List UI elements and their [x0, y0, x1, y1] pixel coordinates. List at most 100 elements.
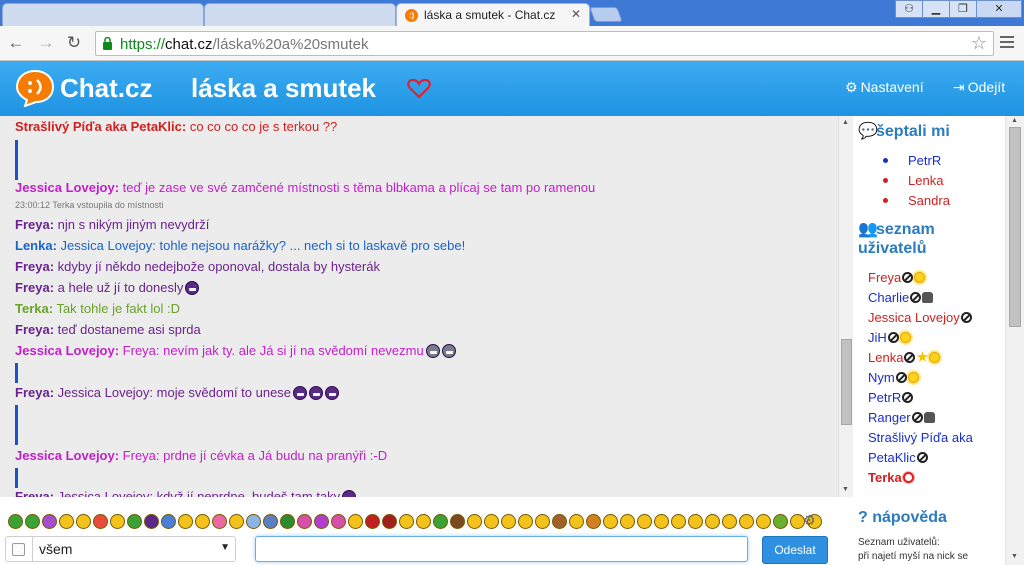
scrollbar-thumb[interactable]: [841, 339, 852, 425]
smiley-option-icon[interactable]: [59, 514, 74, 530]
scroll-up-icon[interactable]: ▲: [842, 119, 849, 126]
message-nick[interactable]: Freya:: [15, 217, 54, 232]
message-nick[interactable]: Strašlivý Píďa aka PetaKlic:: [15, 119, 186, 134]
user-icon[interactable]: ⚇: [895, 0, 923, 18]
message-nick[interactable]: Jessica Lovejoy:: [15, 180, 119, 195]
smiley-option-icon[interactable]: [569, 514, 584, 530]
smiley-option-icon[interactable]: [161, 514, 176, 530]
user-list-item[interactable]: JiH: [868, 329, 911, 346]
sidebar-scroll-down-icon[interactable]: ▼: [1011, 553, 1018, 560]
message-nick[interactable]: Freya:: [15, 489, 54, 497]
smiley-option-icon[interactable]: [705, 514, 720, 530]
smiley-option-icon[interactable]: [25, 514, 40, 530]
smiley-option-icon[interactable]: [76, 514, 91, 530]
smiley-option-icon[interactable]: [399, 514, 414, 530]
smiley-option-icon[interactable]: [365, 514, 380, 530]
smiley-option-icon[interactable]: [671, 514, 686, 530]
smiley-option-icon[interactable]: [654, 514, 669, 530]
smiley-option-icon[interactable]: [195, 514, 210, 530]
bookmark-star-icon[interactable]: ☆: [971, 33, 987, 54]
user-list-item[interactable]: Charlie: [868, 289, 934, 306]
smiley-option-icon[interactable]: [42, 514, 57, 530]
back-arrow-icon[interactable]: ←: [6, 34, 26, 52]
browser-menu-icon[interactable]: [1000, 36, 1014, 51]
smiley-option-icon[interactable]: [93, 514, 108, 530]
message-scrollbar[interactable]: ▲ ▼: [838, 116, 853, 497]
smiley-option-icon[interactable]: [552, 514, 567, 530]
smiley-option-icon[interactable]: [229, 514, 244, 530]
user-list-item[interactable]: PetaKlic: [868, 449, 928, 466]
new-tab-button[interactable]: [589, 7, 623, 22]
user-list-item[interactable]: PetrR: [868, 389, 914, 406]
scroll-down-icon[interactable]: ▼: [842, 486, 849, 493]
address-bar[interactable]: https://chat.cz/láska%20a%20smutek ☆: [95, 31, 994, 56]
smiley-option-icon[interactable]: [722, 514, 737, 530]
smiley-option-icon[interactable]: [178, 514, 193, 530]
smiley-option-icon[interactable]: [773, 514, 788, 530]
smiley-option-icon[interactable]: [620, 514, 635, 530]
smiley-option-icon[interactable]: [501, 514, 516, 530]
recipient-select[interactable]: všem ▼: [5, 536, 236, 562]
smiley-option-icon[interactable]: [450, 514, 465, 530]
message-nick[interactable]: Freya:: [15, 322, 54, 337]
close-window-button[interactable]: ✕: [976, 0, 1022, 18]
user-list-item[interactable]: Terka: [868, 469, 914, 486]
reload-icon[interactable]: ↻: [64, 34, 84, 52]
user-list-item[interactable]: Strašlivý Píďa aka: [868, 429, 973, 446]
message-nick[interactable]: Jessica Lovejoy:: [15, 448, 119, 463]
message-nick[interactable]: Freya:: [15, 280, 54, 295]
settings-link[interactable]: ⚙ Nastavení: [845, 79, 924, 96]
message-nick[interactable]: Lenka:: [15, 238, 57, 253]
smiley-option-icon[interactable]: [110, 514, 125, 530]
browser-tab-1[interactable]: [2, 3, 204, 26]
smiley-option-icon[interactable]: [212, 514, 227, 530]
smiley-option-icon[interactable]: [263, 514, 278, 530]
user-list-item[interactable]: Nym: [868, 369, 919, 386]
browser-tab-2[interactable]: [204, 3, 396, 26]
logout-link[interactable]: ⇥ Odejít: [953, 79, 1005, 96]
message-input[interactable]: [255, 536, 748, 562]
smiley-option-icon[interactable]: [246, 514, 261, 530]
smiley-option-icon[interactable]: [8, 514, 23, 530]
smiley-option-icon[interactable]: [331, 514, 346, 530]
smiley-option-icon[interactable]: [127, 514, 142, 530]
user-list-item[interactable]: Ranger: [868, 409, 935, 426]
smiley-option-icon[interactable]: [756, 514, 771, 530]
help-heading[interactable]: ? nápověda: [858, 509, 947, 527]
smiley-option-icon[interactable]: [382, 514, 397, 530]
smiley-option-icon[interactable]: [280, 514, 295, 530]
send-button[interactable]: Odeslat: [762, 536, 828, 564]
smiley-option-icon[interactable]: [637, 514, 652, 530]
heart-icon[interactable]: [407, 77, 431, 99]
maximize-button[interactable]: ❐: [949, 0, 977, 18]
smiley-option-icon[interactable]: [518, 514, 533, 530]
smiley-option-icon[interactable]: [433, 514, 448, 530]
forward-arrow-icon[interactable]: →: [36, 34, 56, 52]
user-list-item[interactable]: Lenka: [868, 349, 941, 366]
smiley-option-icon[interactable]: [144, 514, 159, 530]
whisper-item[interactable]: Lenka: [883, 172, 943, 189]
smiley-settings-gear-icon[interactable]: ⚙: [803, 512, 816, 529]
sidebar-scrollbar-thumb[interactable]: [1009, 127, 1021, 327]
message-nick[interactable]: Terka:: [15, 301, 53, 316]
sidebar-scrollbar[interactable]: ▲ ▼: [1005, 116, 1024, 565]
private-checkbox[interactable]: [12, 543, 25, 556]
smiley-option-icon[interactable]: [297, 514, 312, 530]
smiley-option-icon[interactable]: [535, 514, 550, 530]
user-list-item[interactable]: Jessica Lovejoy: [868, 309, 972, 326]
user-list-item[interactable]: Freya: [868, 269, 926, 286]
smiley-option-icon[interactable]: [739, 514, 754, 530]
message-nick[interactable]: Freya:: [15, 385, 54, 400]
smiley-option-icon[interactable]: [348, 514, 363, 530]
smiley-option-icon[interactable]: [314, 514, 329, 530]
message-nick[interactable]: Jessica Lovejoy:: [15, 343, 119, 358]
message-nick[interactable]: Freya:: [15, 259, 54, 274]
site-name[interactable]: Chat.cz: [60, 73, 152, 104]
tab-close-icon[interactable]: ✕: [571, 7, 581, 21]
whisper-item[interactable]: PetrR: [883, 152, 941, 169]
smiley-option-icon[interactable]: [416, 514, 431, 530]
smiley-option-icon[interactable]: [688, 514, 703, 530]
smiley-option-icon[interactable]: [484, 514, 499, 530]
whisper-item[interactable]: Sandra: [883, 192, 950, 209]
sidebar-scroll-up-icon[interactable]: ▲: [1011, 117, 1018, 124]
